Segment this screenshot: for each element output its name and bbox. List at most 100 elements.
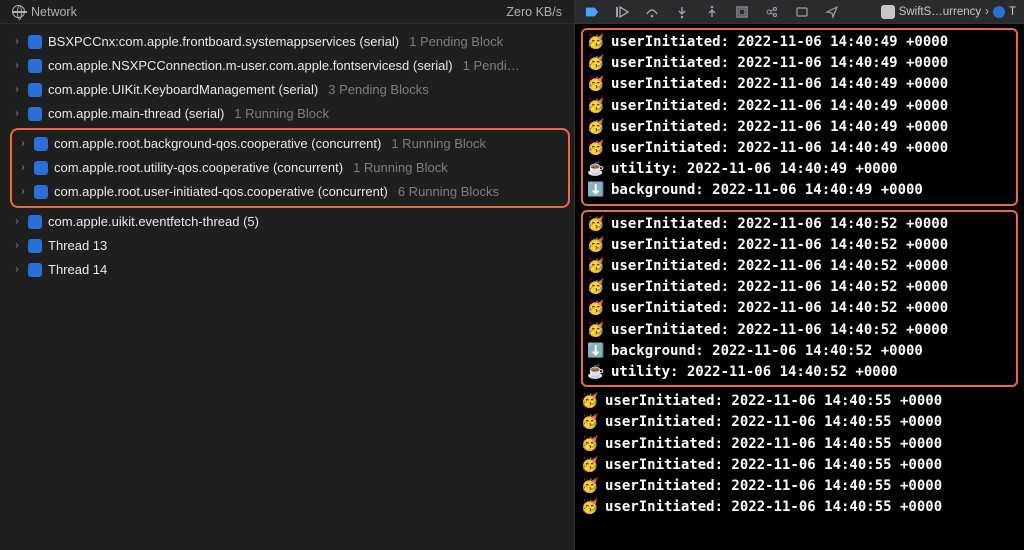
thread-row[interactable]: ›com.apple.root.background-qos.cooperati… [14, 132, 566, 156]
log-text: userInitiated: 2022-11-06 14:40:52 +0000 [611, 256, 948, 277]
log-text: background: 2022-11-06 14:40:52 +0000 [611, 341, 923, 362]
chevron-right-icon[interactable]: › [18, 157, 28, 179]
highlighted-log-group: 🥳 userInitiated: 2022-11-06 14:40:52 +000… [581, 210, 1018, 388]
log-line: 🥳userInitiated: 2022-11-06 14:40:55 +000… [581, 412, 1018, 433]
log-line: ☕️utility: 2022-11-06 14:40:49 +0000 [587, 159, 1012, 180]
log-line: 🥳userInitiated: 2022-11-06 14:40:55 +000… [581, 476, 1018, 497]
log-line: ⬇️ background: 2022-11-06 14:40:52 +0000 [587, 341, 1012, 362]
chevron-right-icon[interactable]: › [12, 235, 22, 257]
thread-status: 1 Pendi… [463, 55, 520, 77]
highlighted-thread-group: ›com.apple.root.background-qos.cooperati… [10, 128, 570, 208]
queue-icon [28, 35, 42, 49]
log-text: userInitiated: 2022-11-06 14:40:49 +0000 [611, 53, 948, 74]
chevron-right-icon[interactable]: › [12, 79, 22, 101]
thread-row[interactable]: ›com.apple.uikit.eventfetch-thread (5) [8, 210, 574, 234]
queue-icon [28, 107, 42, 121]
log-line: 🥳userInitiated: 2022-11-06 14:40:49 +000… [587, 117, 1012, 138]
thread-row[interactable]: ›Thread 13 [8, 234, 574, 258]
chevron-right-icon[interactable]: › [18, 133, 28, 155]
location-icon[interactable] [823, 4, 841, 20]
log-text: userInitiated: 2022-11-06 14:40:52 +0000 [611, 320, 948, 341]
log-emoji-icon: 🥳 [587, 96, 605, 117]
log-emoji-icon: 🥳 [587, 53, 605, 74]
thread-icon [993, 6, 1005, 18]
thread-name: BSXPCCnx:com.apple.frontboard.systemapps… [48, 31, 399, 53]
thread-name: com.apple.root.user-initiated-qos.cooper… [54, 181, 388, 203]
debug-view-icon[interactable] [733, 4, 751, 20]
thread-name: com.apple.main-thread (serial) [48, 103, 224, 125]
log-text: userInitiated: 2022-11-06 14:40:55 +0000 [605, 455, 942, 476]
breakpoint-toggle-icon[interactable] [583, 4, 601, 20]
step-out-icon[interactable] [703, 4, 721, 20]
chevron-right-icon[interactable]: › [12, 103, 22, 125]
log-line: 🥳userInitiated: 2022-11-06 14:40:55 +000… [581, 434, 1018, 455]
log-emoji-icon: 🥳 [581, 476, 599, 497]
environment-icon[interactable] [793, 4, 811, 20]
chevron-right-icon[interactable]: › [12, 259, 22, 281]
thread-name: Thread 14 [48, 259, 107, 281]
log-emoji-icon: 🥳 [587, 256, 605, 277]
memory-graph-icon[interactable] [763, 4, 781, 20]
chevron-right-icon[interactable]: › [12, 55, 22, 77]
log-line: 🥳 userInitiated: 2022-11-06 14:40:52 +000… [587, 277, 1012, 298]
thread-icon [28, 263, 42, 277]
log-line: 🥳userInitiated: 2022-11-06 14:40:49 +000… [587, 138, 1012, 159]
log-emoji-icon: 🥳 [587, 235, 605, 256]
thread-row[interactable]: › Thread 14 [8, 258, 574, 282]
log-text: userInitiated: 2022-11-06 14:40:52 +0000 [611, 235, 948, 256]
log-text: userInitiated: 2022-11-06 14:40:49 +0000 [611, 74, 948, 95]
thread-row[interactable]: › com.apple.UIKit.KeyboardManagement (ser… [8, 78, 574, 102]
thread-row[interactable]: › com.apple.root.user-initiated-qos.coope… [14, 180, 566, 204]
log-emoji-icon: 🥳 [581, 412, 599, 433]
log-emoji-icon: ⬇️ [587, 341, 605, 362]
log-line: 🥳 userInitiated: 2022-11-06 14:40:49 +000… [587, 53, 1012, 74]
queue-icon [28, 59, 42, 73]
continue-icon[interactable] [613, 4, 631, 20]
log-line: 🥳userInitiated: 2022-11-06 14:40:49 +000… [587, 32, 1012, 53]
thread-name: com.apple.UIKit.KeyboardManagement (seri… [48, 79, 318, 101]
log-text: userInitiated: 2022-11-06 14:40:52 +0000 [611, 277, 948, 298]
step-over-icon[interactable] [643, 4, 661, 20]
console-pane: SwiftS…urrency › T 🥳 userInitiated: 2022-… [574, 0, 1024, 550]
queue-icon [28, 215, 42, 229]
breadcrumb[interactable]: SwiftS…urrency › T [881, 5, 1016, 19]
log-emoji-icon: 🥳 [581, 455, 599, 476]
chevron-right-icon[interactable]: › [12, 31, 22, 53]
queue-icon [34, 137, 48, 151]
queue-icon [28, 83, 42, 97]
log-emoji-icon: 🥳 [587, 214, 605, 235]
queue-icon [34, 185, 48, 199]
thread-list[interactable]: › BSXPCCnx:com.apple.frontboard.systemapp… [0, 24, 574, 282]
log-emoji-icon: ⬇️ [587, 180, 605, 201]
thread-status: 1 Running Block [234, 103, 329, 125]
log-emoji-icon: 🥳 [587, 74, 605, 95]
thread-row[interactable]: › com.apple.root.utility-qos.cooperative … [14, 156, 566, 180]
chevron-right-icon[interactable]: › [12, 211, 22, 233]
thread-row[interactable]: › com.apple.main-thread (serial) 1 Running… [8, 102, 574, 126]
thread-row[interactable]: ›com.apple.NSXPCConnection.m-user.com.ap… [8, 54, 574, 78]
log-line: 🥳 userInitiated: 2022-11-06 14:40:55 +000… [581, 455, 1018, 476]
log-line: 🥳 userInitiated: 2022-11-06 14:40:49 +000… [587, 96, 1012, 117]
log-text: utility: 2022-11-06 14:40:52 +0000 [611, 362, 898, 383]
step-into-icon[interactable] [673, 4, 691, 20]
log-line: 🥳userInitiated: 2022-11-06 14:40:55 +000… [581, 497, 1018, 518]
log-line: 🥳userInitiated: 2022-11-06 14:40:52 +000… [587, 320, 1012, 341]
highlighted-log-group: 🥳 userInitiated: 2022-11-06 14:40:49 +000… [581, 28, 1018, 206]
breadcrumb-thread: T [1009, 6, 1016, 18]
debug-toolbar: SwiftS…urrency › T [575, 0, 1024, 24]
log-text: userInitiated: 2022-11-06 14:40:49 +0000 [611, 96, 948, 117]
console-output[interactable]: 🥳 userInitiated: 2022-11-06 14:40:49 +000… [575, 24, 1024, 550]
chevron-right-icon[interactable]: › [18, 181, 28, 203]
network-rate: Zero KB/s [506, 5, 562, 19]
thread-name: com.apple.root.utility-qos.cooperative (… [54, 157, 343, 179]
thread-row[interactable]: › BSXPCCnx:com.apple.frontboard.systemapp… [8, 30, 574, 54]
log-emoji-icon: 🥳 [587, 32, 605, 53]
log-emoji-icon: 🥳 [587, 277, 605, 298]
log-emoji-icon: 🥳 [581, 391, 599, 412]
thread-icon [28, 239, 42, 253]
thread-status: 3 Pending Blocks [328, 79, 428, 101]
log-text: userInitiated: 2022-11-06 14:40:52 +0000 [611, 298, 948, 319]
log-text: userInitiated: 2022-11-06 14:40:55 +0000 [605, 391, 942, 412]
log-emoji-icon: 🥳 [587, 138, 605, 159]
chevron-right-icon: › [985, 6, 989, 18]
